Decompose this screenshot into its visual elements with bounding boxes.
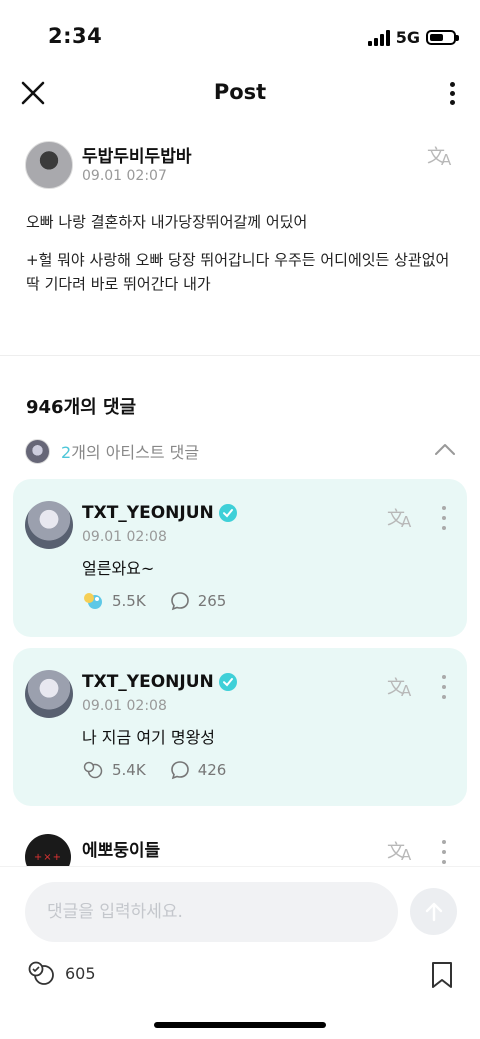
- commenter-name[interactable]: TXT_YEONJUN: [82, 672, 214, 692]
- post-text-line: 오빠 나랑 결혼하자 내가당장뛰어갈께 어딨어: [26, 213, 308, 231]
- svg-text:A: A: [441, 151, 452, 167]
- artist-avatar: [25, 438, 50, 464]
- post-like-row[interactable]: 605: [25, 958, 96, 988]
- artist-comments-toggle[interactable]: 2개의 아티스트 댓글: [25, 437, 457, 465]
- battery-icon: [426, 30, 459, 45]
- like-outline-icon[interactable]: [25, 958, 57, 988]
- bookmark-icon[interactable]: [430, 961, 454, 989]
- translate-icon[interactable]: 文A: [387, 838, 415, 864]
- translate-icon[interactable]: 文A: [387, 674, 415, 700]
- artist-comment-card[interactable]: TXT_YEONJUN 09.01 02:08 얼른와요~ 5.5K 265 文…: [13, 479, 467, 637]
- post-text-line: +헐 뭐야 사랑해 오빠 당장 뛰어갑니다 우주든 어디에잇든 상관없어 딱 기…: [26, 251, 450, 293]
- send-button[interactable]: [410, 888, 457, 935]
- home-indicator[interactable]: [154, 1022, 326, 1028]
- author-avatar[interactable]: [25, 141, 73, 189]
- like-reaction-icon[interactable]: [82, 591, 104, 611]
- divider: [0, 355, 480, 356]
- post-time: 09.01 02:07: [82, 168, 167, 184]
- reply-icon[interactable]: [170, 760, 190, 780]
- comment-item[interactable]: +×+ 에뽀둥이들 文A: [0, 830, 480, 866]
- artist-comments-text: 개의 아티스트 댓글: [71, 443, 200, 462]
- comment-more-button[interactable]: [440, 506, 448, 530]
- like-count: 5.4K: [112, 761, 146, 779]
- comment-input[interactable]: [25, 882, 398, 942]
- comment-count: 946개의 댓글: [26, 397, 137, 418]
- author-name[interactable]: 두밥두비두밥바: [82, 142, 191, 167]
- commenter-name-row: TXT_YEONJUN: [82, 672, 237, 692]
- commenter-name[interactable]: 에뽀둥이들: [82, 836, 160, 861]
- verified-badge-icon: [218, 504, 237, 522]
- commenter-name-row: TXT_YEONJUN: [82, 503, 237, 523]
- svg-text:A: A: [401, 682, 412, 698]
- comment-text: 나 지금 여기 명왕성: [82, 728, 216, 747]
- status-bar: 2:34 5G: [0, 0, 480, 70]
- svg-text:A: A: [401, 846, 412, 862]
- status-icons: 5G: [367, 28, 459, 47]
- chevron-up-icon[interactable]: [435, 443, 455, 455]
- verified-badge-icon: [218, 673, 237, 691]
- artist-comment-count: 2: [61, 443, 72, 462]
- arrow-up-icon: [425, 902, 442, 921]
- translate-icon[interactable]: 文A: [427, 143, 455, 169]
- comment-stats: 5.5K 265: [82, 591, 250, 611]
- artist-comments-label: 2개의 아티스트 댓글: [61, 439, 199, 463]
- artist-comment-card[interactable]: TXT_YEONJUN 09.01 02:08 나 지금 여기 명왕성 5.4K…: [13, 648, 467, 806]
- comment-composer: 605: [0, 866, 480, 1039]
- status-time: 2:34: [48, 24, 103, 48]
- post-body: 오빠 나랑 결혼하자 내가당장뛰어갈께 어딨어 +헐 뭐야 사랑해 오빠 당장 …: [26, 210, 456, 310]
- like-outline-icon[interactable]: [82, 760, 104, 780]
- more-options-button[interactable]: [442, 78, 462, 108]
- comment-more-button[interactable]: [440, 675, 448, 699]
- reply-count: 265: [197, 592, 227, 610]
- commenter-avatar[interactable]: [25, 501, 73, 549]
- comment-time: 09.01 02:08: [82, 529, 167, 545]
- dot-icon: [449, 99, 455, 105]
- top-bar: Post: [0, 70, 480, 116]
- like-count: 5.5K: [112, 592, 146, 610]
- commenter-avatar[interactable]: [25, 670, 73, 718]
- commenter-name[interactable]: TXT_YEONJUN: [82, 503, 214, 523]
- network-label: 5G: [395, 28, 420, 47]
- signal-icon: [367, 29, 390, 46]
- comment-text: 얼른와요~: [82, 559, 155, 578]
- reply-icon[interactable]: [170, 591, 190, 611]
- comment-stats: 5.4K 426: [82, 760, 250, 780]
- comment-more-button[interactable]: [440, 840, 448, 864]
- post-like-count: 605: [65, 963, 96, 983]
- comment-time: 09.01 02:08: [82, 698, 167, 714]
- page-title: Post: [213, 80, 267, 104]
- translate-icon[interactable]: 文A: [387, 505, 415, 531]
- commenter-avatar[interactable]: +×+: [25, 834, 71, 866]
- dot-icon: [449, 90, 455, 96]
- svg-text:A: A: [401, 513, 412, 529]
- dot-icon: [449, 81, 455, 87]
- reply-count: 426: [197, 761, 227, 779]
